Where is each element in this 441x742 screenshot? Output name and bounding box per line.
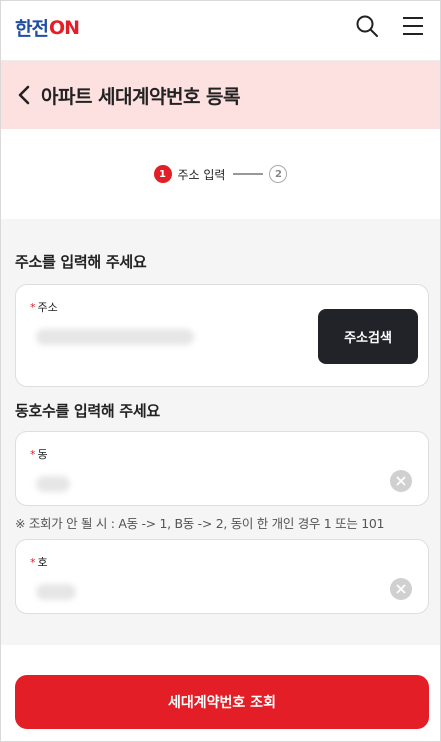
address-section-title: 주소를 입력해 주세요 <box>15 253 147 271</box>
required-mark: * <box>30 301 36 314</box>
search-icon[interactable] <box>354 13 380 39</box>
top-bar: 한전 ON <box>1 1 440 61</box>
address-search-button[interactable]: 주소검색 <box>318 309 418 364</box>
dong-value-blurred[interactable] <box>36 476 70 492</box>
unit-section-title: 동호수를 입력해 주세요 <box>15 402 160 420</box>
bottom-action-area: 세대계약번호 조회 <box>1 645 440 741</box>
ho-clear-icon[interactable] <box>390 578 412 600</box>
required-mark: * <box>30 448 36 461</box>
back-chevron-icon[interactable] <box>17 84 35 106</box>
required-mark: * <box>30 556 36 569</box>
logo[interactable]: 한전 ON <box>15 14 80 41</box>
form-content: 주소를 입력해 주세요 * 주소 주소검색 동호수를 입력해 주세요 * 동 ※ 조… <box>1 219 440 645</box>
page-title-bar: 아파트 세대계약번호 등록 <box>1 61 440 129</box>
unit-hint-text: ※ 조회가 안 될 시 : A동 -> 1, B동 -> 2, 동이 한 개인 … <box>15 516 385 531</box>
ho-input-card[interactable]: * 호 <box>15 539 429 614</box>
step-2-badge: 2 <box>269 165 288 183</box>
app-frame: 한전 ON 아파트 세대계약번호 등록 1 주소 입력 2 주소를 입력해 주세… <box>0 0 441 742</box>
logo-text-on: ON <box>48 16 80 39</box>
dong-input-card[interactable]: * 동 <box>15 431 429 506</box>
address-value-blurred[interactable] <box>36 329 194 345</box>
address-card: * 주소 주소검색 <box>15 284 429 387</box>
step-1-label: 주소 입력 <box>177 167 226 182</box>
lookup-contract-number-button[interactable]: 세대계약번호 조회 <box>15 675 429 729</box>
dong-field-label: * 동 <box>30 448 48 461</box>
step-indicator: 1 주소 입력 2 <box>1 129 440 219</box>
ho-field-label: * 호 <box>30 556 48 569</box>
step-1-badge: 1 <box>153 165 172 183</box>
menu-icon[interactable] <box>400 13 426 39</box>
logo-text-kepco: 한전 <box>15 18 49 40</box>
dong-clear-icon[interactable] <box>390 470 412 492</box>
address-field-label: * 주소 <box>30 301 58 314</box>
step-connector <box>233 173 264 175</box>
ho-value-blurred[interactable] <box>36 584 76 600</box>
page-title: 아파트 세대계약번호 등록 <box>41 85 241 108</box>
